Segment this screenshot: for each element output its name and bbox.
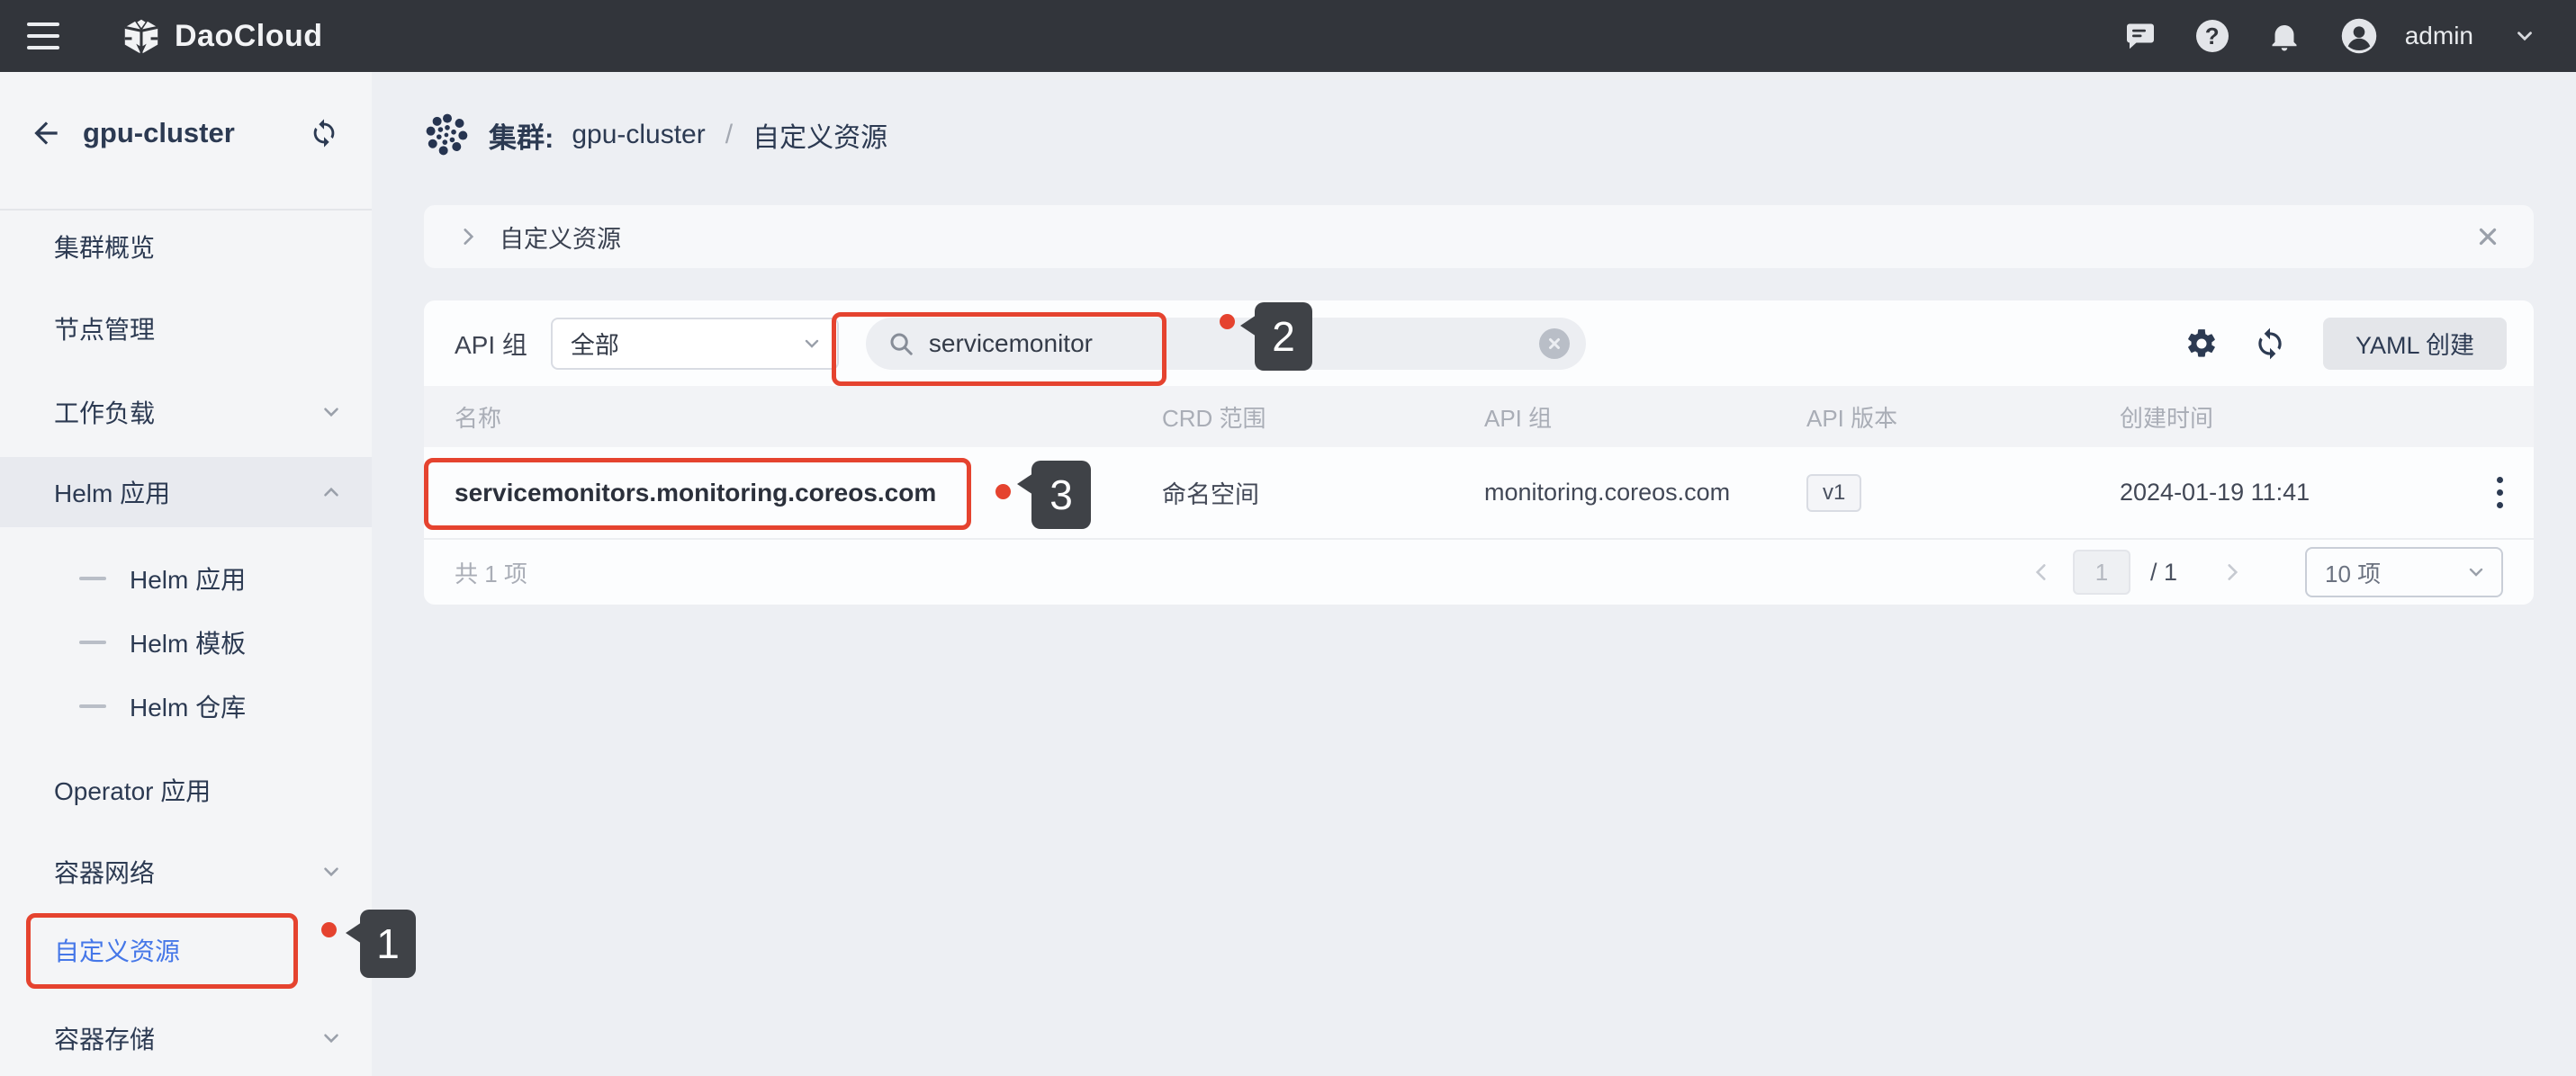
sidebar-cluster-title: gpu-cluster (83, 117, 235, 149)
table-row[interactable]: servicemonitors.monitoring.coreos.com 命名… (424, 447, 2534, 538)
breadcrumb-current: 自定义资源 (752, 115, 887, 155)
topbar: DaoCloud ? admin (0, 0, 2576, 72)
sidebar-item-label: 容器存储 (54, 1020, 155, 1056)
close-icon[interactable] (2474, 223, 2501, 250)
search-icon (887, 330, 914, 357)
main-panel: API 组 全部 YAML 创建 名称 CRD 范围 API 组 API 版本 (424, 300, 2534, 605)
sidebar-item-helm-apps[interactable]: Helm 应用 (0, 550, 372, 607)
breadcrumb-cluster-name[interactable]: gpu-cluster (572, 120, 705, 150)
username-label[interactable]: admin (2405, 22, 2473, 50)
chevron-down-icon (2465, 561, 2487, 583)
custom-resource-collapse-panel: 自定义资源 (424, 205, 2534, 268)
help-icon[interactable]: ? (2196, 20, 2229, 52)
sidebar-header: gpu-cluster (0, 104, 372, 162)
brand-name: DaoCloud (175, 19, 323, 54)
breadcrumb-separator: / (725, 120, 733, 150)
sidebar-item-cluster-overview[interactable]: 集群概览 (0, 218, 372, 275)
gear-icon[interactable] (2184, 327, 2219, 361)
sidebar-item-label: Helm 应用 (130, 560, 246, 596)
breadcrumb: 集群: gpu-cluster / 自定义资源 (424, 104, 887, 166)
sidebar-item-container-storage[interactable]: 容器存储 (0, 1009, 372, 1067)
back-arrow-icon[interactable] (29, 116, 63, 150)
chevron-down-icon (320, 400, 343, 424)
cluster-dots-icon (424, 112, 471, 158)
total-count-label: 共 1 项 (455, 556, 527, 589)
sidebar-item-label: Helm 模板 (130, 624, 246, 660)
collapse-panel-title: 自定义资源 (500, 220, 621, 255)
user-avatar-icon[interactable] (2340, 17, 2378, 55)
search-box (866, 318, 1586, 370)
created-at-value: 2024-01-19 11:41 (2120, 479, 2466, 507)
sidebar: gpu-cluster 集群概览 节点管理 工作负载 Helm 应用 Helm … (0, 72, 372, 1076)
row-actions-kebab-icon[interactable] (2490, 470, 2510, 516)
table-footer: 共 1 项 1 / 1 10 项 (424, 538, 2534, 605)
hamburger-menu-icon[interactable] (27, 22, 63, 49)
column-header-api-group: API 组 (1484, 400, 1806, 434)
notification-bell-icon[interactable] (2268, 20, 2301, 52)
sidebar-item-label: 容器网络 (54, 854, 155, 890)
next-page-icon[interactable] (2220, 560, 2244, 584)
sidebar-item-operator-apps[interactable]: Operator 应用 (0, 761, 372, 819)
switch-cluster-icon[interactable] (309, 118, 339, 148)
sidebar-item-label: Helm 应用 (54, 474, 170, 510)
clear-search-icon[interactable] (1539, 328, 1570, 359)
api-group-select[interactable]: 全部 (551, 318, 839, 370)
column-header-crd-scope: CRD 范围 (1162, 400, 1484, 434)
crd-scope-value: 命名空间 (1162, 475, 1484, 510)
chevron-down-icon (320, 1027, 343, 1050)
chevron-right-icon[interactable] (456, 225, 480, 248)
dash-icon (79, 577, 106, 580)
column-header-api-version: API 版本 (1806, 400, 2120, 434)
current-page-input[interactable]: 1 (2073, 550, 2130, 595)
api-group-selected-value: 全部 (571, 326, 619, 361)
sidebar-item-helm-apps-parent[interactable]: Helm 应用 (0, 457, 372, 527)
app-root: DaoCloud ? admin gpu-cluster (0, 0, 2576, 1076)
daocloud-logo-icon (121, 15, 162, 57)
sidebar-item-workloads[interactable]: 工作负载 (0, 383, 372, 441)
message-icon[interactable] (2124, 20, 2157, 52)
sidebar-item-helm-templates[interactable]: Helm 模板 (0, 614, 372, 671)
sidebar-item-label: 集群概览 (54, 229, 155, 265)
page-size-select[interactable]: 10 项 (2305, 547, 2503, 597)
sidebar-item-label: 节点管理 (54, 310, 155, 346)
yaml-create-button[interactable]: YAML 创建 (2323, 318, 2507, 370)
topbar-right: ? admin (2124, 17, 2576, 55)
crd-name-link[interactable]: servicemonitors.monitoring.coreos.com (455, 479, 936, 507)
sidebar-item-helm-repos[interactable]: Helm 仓库 (0, 677, 372, 735)
api-group-value: monitoring.coreos.com (1484, 479, 1806, 507)
table-header-row: 名称 CRD 范围 API 组 API 版本 创建时间 (424, 386, 2534, 447)
sidebar-item-node-management[interactable]: 节点管理 (0, 300, 372, 357)
chevron-down-icon[interactable] (2513, 24, 2536, 48)
brand: DaoCloud (121, 15, 323, 57)
sidebar-item-label: Operator 应用 (54, 772, 211, 808)
api-group-label: API 组 (455, 326, 527, 362)
sidebar-item-label: 自定义资源 (54, 932, 180, 968)
chevron-down-icon (801, 333, 823, 354)
pagination: 1 / 1 10 项 (2030, 547, 2503, 597)
chevron-up-icon (320, 480, 343, 504)
sidebar-item-label: 工作负载 (54, 394, 155, 430)
page-size-value: 10 项 (2325, 556, 2381, 589)
page-total-label: / 1 (2150, 559, 2177, 587)
sidebar-item-custom-resources[interactable]: 自定义资源 (0, 921, 372, 979)
column-header-created-at: 创建时间 (2120, 400, 2466, 434)
dash-icon (79, 704, 106, 708)
dash-icon (79, 641, 106, 644)
prev-page-icon[interactable] (2030, 560, 2053, 584)
search-input[interactable] (929, 329, 1433, 358)
sidebar-item-label: Helm 仓库 (130, 688, 246, 724)
sidebar-item-container-network[interactable]: 容器网络 (0, 843, 372, 901)
filter-toolbar: API 组 全部 YAML 创建 (424, 300, 2534, 386)
api-version-badge: v1 (1806, 474, 1861, 512)
column-header-name: 名称 (424, 400, 1162, 434)
sidebar-divider (0, 209, 372, 211)
refresh-icon[interactable] (2253, 327, 2287, 361)
breadcrumb-cluster-label: 集群: (489, 115, 554, 156)
chevron-down-icon (320, 860, 343, 883)
